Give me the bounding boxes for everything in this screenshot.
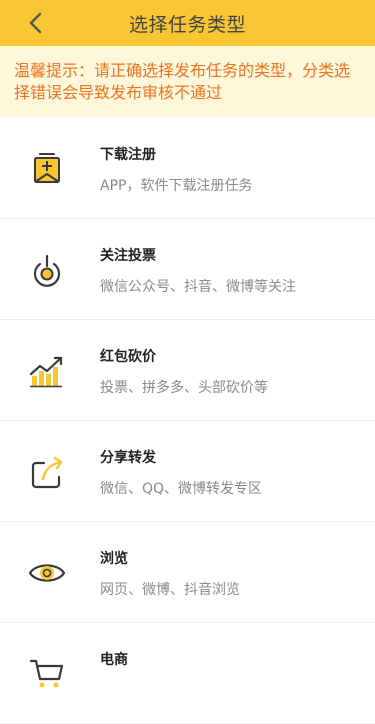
bar-chart-trend-icon: [29, 356, 63, 388]
header-bar: 选择任务类型: [0, 0, 375, 46]
category-item-red-packet-bargain[interactable]: 红包砍价 投票、拼多多、头部砍价等: [0, 320, 375, 421]
category-item-follow-vote[interactable]: 关注投票 微信公众号、抖音、微博等关注: [0, 219, 375, 320]
category-desc: 投票、拼多多、头部砍价等: [100, 380, 268, 396]
category-title: 下载注册: [100, 147, 156, 163]
category-desc: APP，软件下载注册任务: [100, 178, 253, 194]
category-desc: 微信、QQ、微博转发专区: [100, 481, 263, 497]
chevron-left-icon: [29, 12, 42, 34]
category-desc: 网页、微博、抖音浏览: [100, 582, 240, 598]
category-item-browse[interactable]: 浏览 网页、微博、抖音浏览: [0, 522, 375, 623]
category-title: 电商: [100, 652, 128, 668]
category-item-share-forward[interactable]: 分享转发 微信、QQ、微博转发专区: [0, 421, 375, 522]
share-forward-icon: [31, 456, 63, 489]
category-item-ecommerce[interactable]: 电商: [0, 623, 375, 724]
download-register-icon: [34, 153, 60, 183]
eye-icon: [28, 564, 66, 582]
category-title: 浏览: [100, 551, 128, 567]
ecommerce-icon: [29, 659, 64, 688]
back-button[interactable]: [22, 9, 50, 37]
page-title: 选择任务类型: [128, 13, 246, 36]
category-item-download-register[interactable]: 下载注册 APP，软件下载注册任务: [0, 118, 375, 219]
category-desc: 微信公众号、抖音、微博等关注: [100, 279, 296, 295]
notice-banner: 温馨提示：请正确选择发布任务的类型，分类选择错误会导致发布审核不通过: [0, 46, 375, 118]
category-list: 下载注册 APP，软件下载注册任务 关注投票 微信公众号、抖音、微博等关注 红包…: [0, 118, 375, 724]
category-title: 分享转发: [100, 450, 156, 466]
follow-vote-icon: [33, 254, 61, 287]
category-title: 红包砍价: [100, 349, 156, 365]
category-title: 关注投票: [100, 248, 156, 264]
